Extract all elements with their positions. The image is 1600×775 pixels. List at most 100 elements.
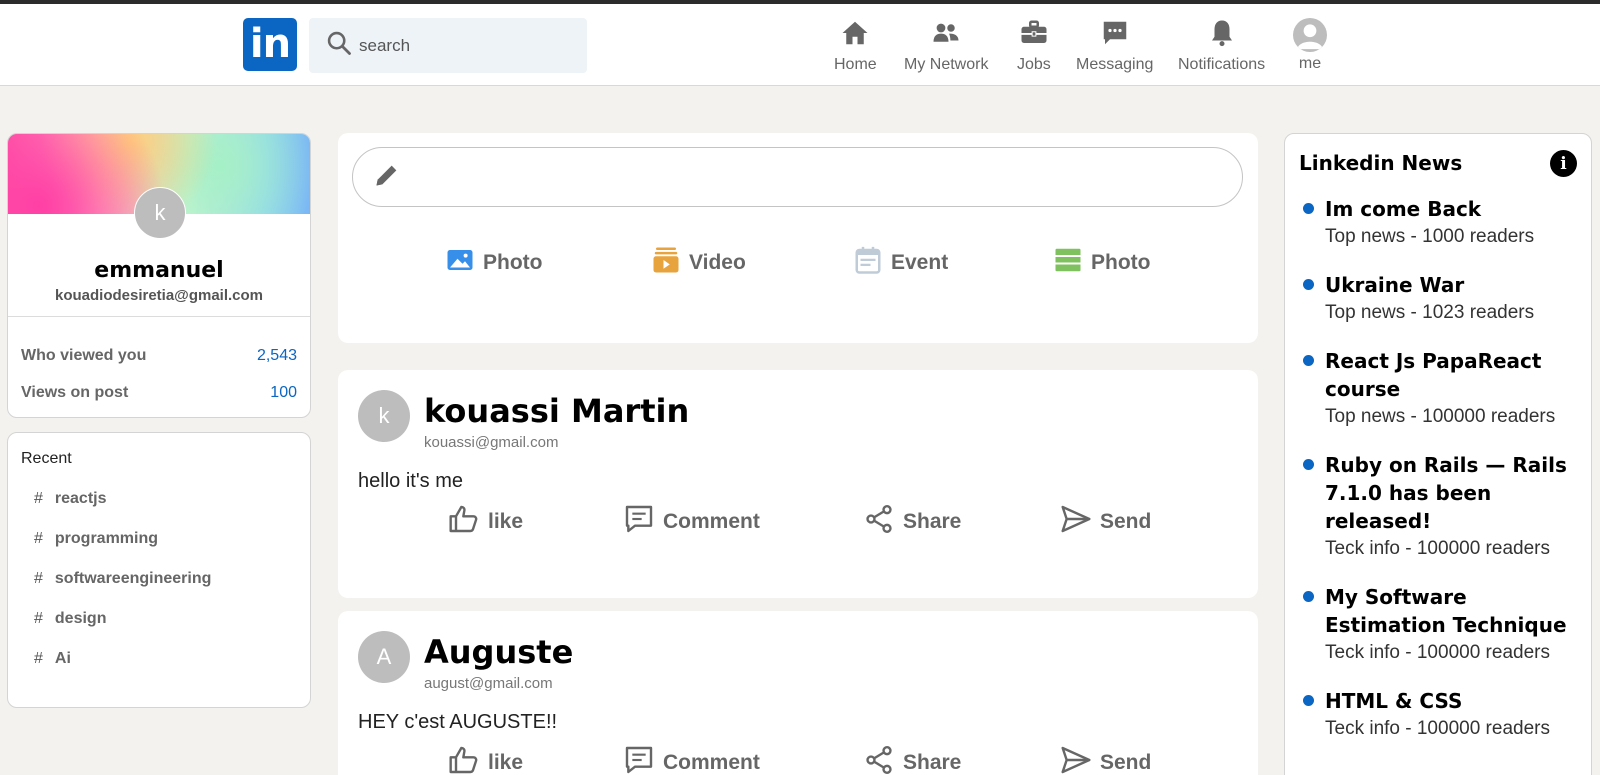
nav-home[interactable]: Home [834, 18, 877, 74]
bullet-icon [1303, 279, 1314, 290]
stat-value: 100 [270, 384, 297, 401]
bullet-icon [1303, 591, 1314, 602]
send-button[interactable]: Send [1060, 744, 1151, 775]
news-item[interactable]: Ruby on Rails — Rails 7.1.0 has been rel… [1299, 451, 1577, 563]
avatar[interactable]: k [134, 187, 186, 239]
recent-item-programming[interactable]: # programming [21, 530, 297, 548]
composer-option-label: Video [689, 251, 746, 274]
recent-item-softwareengineering[interactable]: # softwareengineering [21, 570, 297, 588]
feed-post: k kouassi Martin kouassi@gmail.com hello… [338, 370, 1258, 598]
bullet-icon [1303, 355, 1314, 366]
post-input-box[interactable] [352, 147, 1243, 207]
comment-label: Comment [663, 510, 760, 533]
nav-jobs[interactable]: Jobs [1017, 18, 1051, 74]
pencil-icon [373, 161, 401, 194]
stat-views-on-post[interactable]: Views on post 100 [8, 384, 310, 402]
comment-button[interactable]: Comment [623, 744, 760, 775]
news-heading: HTML & CSS [1325, 689, 1463, 713]
thumbs-up-icon [448, 744, 488, 775]
news-heading: Ukraine War [1325, 273, 1465, 297]
news-item[interactable]: Ukraine War Top news - 1023 readers [1299, 271, 1577, 327]
nav-me[interactable]: me [1293, 18, 1327, 73]
search-input[interactable] [359, 35, 559, 56]
people-icon [931, 18, 961, 53]
nav-notifications[interactable]: Notifications [1178, 18, 1265, 74]
news-item[interactable]: HTML & CSS Teck info - 100000 readers [1299, 687, 1577, 743]
stat-label: Who viewed you [21, 347, 147, 364]
composer-option-video[interactable]: Video [651, 245, 746, 281]
recent-item-label: design [54, 610, 107, 627]
comment-button[interactable]: Comment [623, 503, 760, 541]
post-author[interactable]: kouassi Martin [424, 392, 689, 430]
image-icon [445, 245, 483, 281]
hashtag-icon: # [34, 610, 43, 627]
composer-option-event[interactable]: Event [853, 245, 948, 281]
hashtag-icon: # [34, 650, 43, 667]
composer-option-label: Photo [1091, 251, 1151, 274]
composer-option-photo[interactable]: Photo [445, 245, 542, 281]
nav-jobs-label: Jobs [1017, 56, 1051, 73]
linkedin-logo[interactable]: in [243, 18, 297, 71]
news-heading: React Js PapaReact course [1325, 349, 1542, 401]
news-item[interactable]: React Js PapaReact course Top news - 1000… [1299, 347, 1577, 431]
search-bar[interactable] [309, 18, 587, 73]
composer-option-label: Event [891, 251, 949, 274]
news-title: Linkedin News [1299, 151, 1463, 175]
nav-messaging[interactable]: Messaging [1076, 18, 1153, 74]
avatar-icon [1293, 18, 1327, 52]
search-icon [325, 29, 353, 62]
stat-who-viewed[interactable]: Who viewed you 2,543 [8, 347, 310, 365]
avatar[interactable]: A [358, 631, 410, 683]
news-subtitle: Teck info - 100000 readers [1325, 718, 1550, 739]
post-actions: like Comment Share Send [338, 503, 1258, 543]
nav-my-network-label: My Network [904, 56, 989, 73]
recent-item-label: reactjs [54, 490, 107, 507]
news-heading: Ruby on Rails — Rails 7.1.0 has been rel… [1325, 453, 1567, 533]
feed-post: A Auguste august@gmail.com HEY c'est AUG… [338, 611, 1258, 775]
recent-item-reactjs[interactable]: # reactjs [21, 490, 297, 508]
avatar[interactable]: k [358, 390, 410, 442]
calendar-icon [853, 245, 891, 281]
recent-item-ai[interactable]: # Ai [21, 650, 297, 668]
send-label: Send [1100, 751, 1152, 774]
like-label: like [488, 751, 524, 774]
news-subtitle: Top news - 1023 readers [1325, 302, 1535, 323]
nav-my-network[interactable]: My Network [904, 18, 988, 74]
share-icon [863, 503, 903, 541]
composer-option-article[interactable]: Photo [1053, 245, 1150, 281]
recent-item-label: programming [54, 530, 159, 547]
news-subtitle: Teck info - 100000 readers [1325, 642, 1550, 663]
news-widget: Linkedin News i Im come Back Top news - 1… [1284, 133, 1592, 775]
news-item[interactable]: My Software Estimation Technique Teck inf… [1299, 583, 1577, 667]
post-author[interactable]: Auguste [424, 633, 573, 671]
hashtag-icon: # [34, 570, 43, 587]
news-subtitle: Top news - 1000 readers [1325, 226, 1535, 247]
hashtag-icon: # [34, 530, 43, 547]
thumbs-up-icon [448, 503, 488, 541]
recent-item-label: softwareengineering [54, 570, 212, 587]
post-message: hello it's me [358, 470, 463, 492]
post-composer: Photo Video Event Photo [338, 133, 1258, 343]
nav-home-label: Home [834, 56, 877, 73]
news-item[interactable]: Im come Back Top news - 1000 readers [1299, 195, 1577, 251]
recent-card: Recent # reactjs # programming # softwareen… [7, 432, 311, 708]
composer-option-label: Photo [483, 251, 543, 274]
like-label: like [488, 510, 524, 533]
briefcase-icon [1019, 18, 1049, 53]
post-author-email: august@gmail.com [424, 675, 553, 692]
profile-name[interactable]: emmanuel [8, 258, 310, 283]
like-button[interactable]: like [448, 744, 523, 775]
chat-icon [1100, 18, 1130, 53]
send-button[interactable]: Send [1060, 503, 1151, 541]
stat-value: 2,543 [256, 347, 297, 364]
news-heading: My Software Estimation Technique [1325, 585, 1567, 637]
recent-item-design[interactable]: # design [21, 610, 297, 628]
share-button[interactable]: Share [863, 503, 961, 541]
info-icon[interactable]: i [1550, 150, 1577, 177]
share-button[interactable]: Share [863, 744, 961, 775]
post-input[interactable] [417, 167, 1242, 187]
hashtag-icon: # [34, 490, 43, 507]
post-actions: like Comment Share Send [338, 744, 1258, 775]
nav-messaging-label: Messaging [1076, 56, 1154, 73]
like-button[interactable]: like [448, 503, 523, 541]
